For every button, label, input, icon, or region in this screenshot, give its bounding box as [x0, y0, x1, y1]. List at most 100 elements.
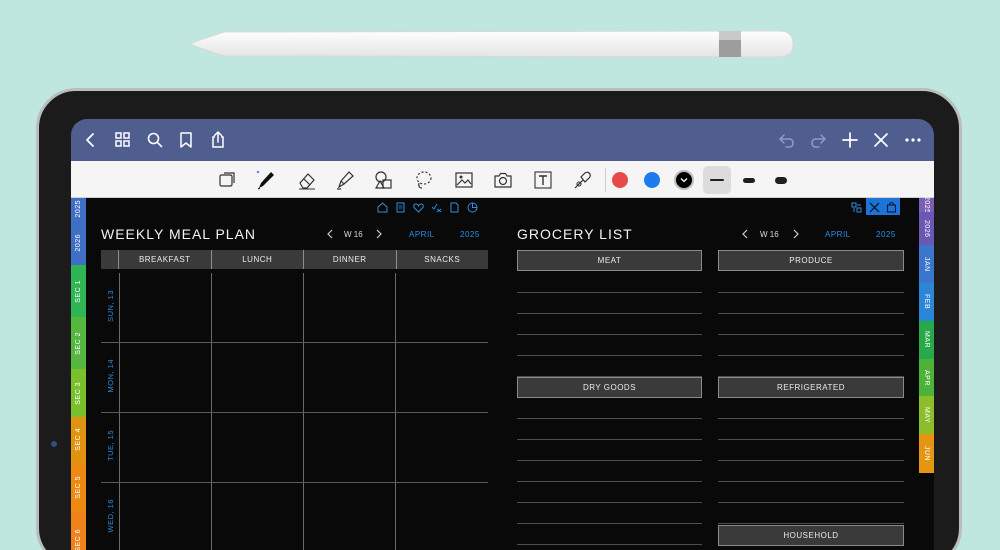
screen: 2025 2026 SEC 1 SEC 2 SEC 3 SEC 4 SEC 5 SEC 6 2…	[71, 119, 934, 550]
grid-icon[interactable]	[113, 130, 133, 150]
right-month-tabs: 2025 2026 JAN FEB MAR APR MAY JUN	[919, 196, 934, 550]
grocery-line[interactable]	[718, 439, 904, 440]
checklist-icon[interactable]	[430, 201, 443, 214]
meal-day-row[interactable]: TUE, 15	[101, 413, 488, 483]
prev-week-icon[interactable]	[741, 229, 749, 239]
notes-icon[interactable]	[394, 201, 407, 214]
section-tab-label: 2026	[75, 233, 82, 252]
grocery-line[interactable]	[718, 460, 904, 461]
grocery-year-link[interactable]: 2025	[876, 230, 896, 239]
next-week-icon[interactable]	[792, 229, 800, 239]
grocery-line[interactable]	[718, 376, 904, 377]
month-tab[interactable]: JUN	[919, 434, 934, 473]
section-tab[interactable]: SEC 3	[71, 369, 86, 417]
grocery-line[interactable]	[718, 523, 904, 524]
planner-page: WEEKLY MEAL PLAN W 16 APRIL 2025 BREAKFA…	[86, 198, 919, 550]
home-icon[interactable]	[376, 201, 389, 214]
grocery-line[interactable]	[718, 355, 904, 356]
meal-day-row[interactable]: WED, 16	[101, 483, 488, 550]
month-tab-label: FEB	[923, 294, 930, 310]
day-label: SUN, 13	[105, 290, 115, 322]
grocery-line[interactable]	[718, 292, 904, 293]
day-label: MON, 14	[105, 359, 115, 393]
grocery-line[interactable]	[517, 313, 702, 314]
add-page-icon[interactable]	[840, 130, 860, 150]
section-tab[interactable]: 2026	[71, 220, 86, 265]
stroke-medium[interactable]	[735, 166, 763, 194]
section-tab[interactable]: SEC 2	[71, 317, 86, 369]
grocery-month-link[interactable]: APRIL	[825, 230, 851, 239]
toolbar-divider	[605, 168, 606, 192]
meal-day-row[interactable]: SUN, 13	[101, 273, 488, 343]
grocery-line[interactable]	[517, 523, 702, 524]
section-tab[interactable]: SEC 5	[71, 462, 86, 512]
color-swatch-blue[interactable]	[644, 172, 660, 188]
grocery-line[interactable]	[517, 502, 702, 503]
grocery-line[interactable]	[517, 376, 702, 377]
image-icon[interactable]	[453, 169, 475, 191]
shopping-bag-icon[interactable]	[885, 201, 898, 214]
grocery-line[interactable]	[517, 355, 702, 356]
prev-week-icon[interactable]	[326, 229, 334, 239]
month-tab[interactable]: MAR	[919, 321, 934, 359]
close-icon[interactable]	[871, 130, 891, 150]
month-tab[interactable]: APR	[919, 359, 934, 396]
meal-day-row[interactable]: MON, 14	[101, 343, 488, 413]
month-tab[interactable]: FEB	[919, 283, 934, 321]
more-icon[interactable]	[903, 130, 923, 150]
month-tab-label: JUN	[923, 445, 930, 462]
redo-icon[interactable]	[808, 130, 828, 150]
section-tab[interactable]: 2025	[71, 198, 86, 220]
bookmark-icon[interactable]	[176, 130, 196, 150]
highlighter-icon[interactable]	[334, 169, 356, 191]
month-tab[interactable]: JAN	[919, 245, 934, 283]
undo-icon[interactable]	[777, 130, 797, 150]
grocery-line[interactable]	[517, 481, 702, 482]
meal-year-link[interactable]: 2025	[460, 230, 480, 239]
eraser-icon[interactable]	[296, 169, 318, 191]
grocery-line[interactable]	[718, 481, 904, 482]
share-icon[interactable]	[208, 130, 228, 150]
section-tab[interactable]: SEC 6	[71, 512, 86, 550]
back-chevron-icon[interactable]	[81, 130, 101, 150]
document-icon[interactable]	[448, 201, 461, 214]
day-label: WED, 16	[105, 499, 115, 533]
month-tab-label: APR	[923, 369, 930, 386]
month-tab[interactable]: MAY	[919, 396, 934, 434]
grocery-line[interactable]	[718, 502, 904, 503]
month-tab-label: MAY	[923, 406, 930, 424]
color-swatch-red[interactable]	[612, 172, 628, 188]
grocery-line[interactable]	[718, 334, 904, 335]
grocery-line[interactable]	[517, 439, 702, 440]
stroke-thick[interactable]	[767, 166, 795, 194]
grocery-line[interactable]	[517, 292, 702, 293]
grocery-line[interactable]	[517, 334, 702, 335]
heart-icon[interactable]	[412, 201, 425, 214]
grocery-line[interactable]	[517, 544, 702, 545]
shapes-icon[interactable]	[373, 169, 395, 191]
section-tab-label: 2025	[75, 200, 82, 218]
text-box-icon[interactable]	[532, 169, 554, 191]
lasso-icon[interactable]	[413, 169, 435, 191]
section-tab[interactable]: SEC 4	[71, 417, 86, 462]
read-only-icon[interactable]	[216, 169, 238, 191]
grocery-line[interactable]	[718, 313, 904, 314]
grocery-line[interactable]	[517, 418, 702, 419]
section-tab[interactable]: SEC 1	[71, 265, 86, 317]
search-icon[interactable]	[145, 130, 165, 150]
grocery-line[interactable]	[718, 418, 904, 419]
stroke-thin-selected[interactable]	[703, 166, 731, 194]
layout-icon[interactable]	[850, 201, 863, 214]
cutlery-icon[interactable]	[868, 201, 881, 214]
meal-plan-title: WEEKLY MEAL PLAN	[101, 226, 257, 242]
meal-month-link[interactable]: APRIL	[409, 230, 435, 239]
month-tab[interactable]: 2025	[919, 196, 934, 214]
grocery-line[interactable]	[517, 460, 702, 461]
color-swatch-black-selected[interactable]	[674, 170, 694, 190]
elements-icon[interactable]	[571, 169, 593, 191]
pen-icon[interactable]	[255, 169, 277, 191]
camera-icon[interactable]	[492, 169, 514, 191]
pie-chart-icon[interactable]	[466, 201, 479, 214]
month-tab[interactable]: 2026	[919, 212, 934, 245]
next-week-icon[interactable]	[375, 229, 383, 239]
